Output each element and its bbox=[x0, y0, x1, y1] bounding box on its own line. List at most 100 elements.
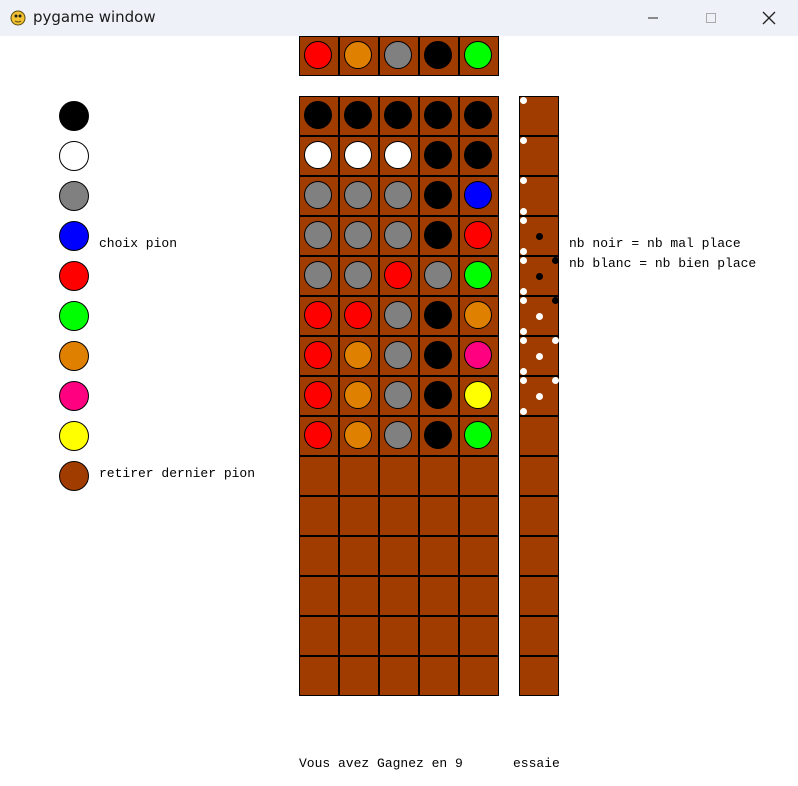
board-cell[interactable] bbox=[379, 456, 419, 496]
guess-peg-black bbox=[464, 141, 492, 169]
minimize-button[interactable] bbox=[624, 0, 682, 36]
board-cell[interactable] bbox=[379, 616, 419, 656]
feedback-cell bbox=[519, 616, 559, 656]
board-cell[interactable] bbox=[299, 536, 339, 576]
guess-peg-gray bbox=[304, 181, 332, 209]
guess-peg-yellow bbox=[464, 381, 492, 409]
palette-peg-red[interactable] bbox=[59, 261, 89, 291]
board-cell[interactable] bbox=[459, 456, 499, 496]
guess-peg-black bbox=[424, 381, 452, 409]
board-cell[interactable] bbox=[339, 576, 379, 616]
palette-peg-yellow[interactable] bbox=[59, 421, 89, 451]
board-cell[interactable] bbox=[459, 496, 499, 536]
board-cell[interactable] bbox=[459, 576, 499, 616]
secret-peg-red bbox=[304, 41, 332, 69]
palette-peg-gray[interactable] bbox=[59, 181, 89, 211]
board-cell[interactable] bbox=[339, 656, 379, 696]
minimize-icon bbox=[648, 17, 658, 19]
palette-peg-green[interactable] bbox=[59, 301, 89, 331]
guess-peg-gray bbox=[304, 221, 332, 249]
board-cell[interactable] bbox=[419, 536, 459, 576]
board-cell[interactable] bbox=[459, 536, 499, 576]
board-cell[interactable] bbox=[379, 576, 419, 616]
feedback-peg-white bbox=[552, 377, 559, 384]
maximize-button[interactable] bbox=[682, 0, 740, 36]
guess-peg-gray bbox=[384, 421, 412, 449]
board-cell[interactable] bbox=[339, 496, 379, 536]
secret-peg-orange bbox=[344, 41, 372, 69]
guess-peg-black bbox=[424, 341, 452, 369]
window-titlebar: pygame window bbox=[0, 0, 798, 36]
status-message: Vous avez Gagnez en 9 bbox=[299, 756, 463, 771]
board-cell[interactable] bbox=[299, 496, 339, 536]
guess-peg-orange bbox=[344, 421, 372, 449]
guess-peg-gray bbox=[384, 381, 412, 409]
close-icon bbox=[762, 11, 776, 25]
guess-peg-orange bbox=[344, 381, 372, 409]
guess-peg-black bbox=[344, 101, 372, 129]
feedback-peg-white bbox=[520, 208, 527, 215]
legend-black-pegs: nb noir = nb mal place bbox=[569, 236, 741, 251]
status-suffix: essaie bbox=[513, 756, 560, 771]
feedback-peg-white bbox=[520, 408, 527, 415]
palette-peg-pink[interactable] bbox=[59, 381, 89, 411]
feedback-peg-white bbox=[552, 337, 559, 344]
board-cell[interactable] bbox=[299, 656, 339, 696]
feedback-peg-white bbox=[520, 248, 527, 255]
board-cell[interactable] bbox=[459, 656, 499, 696]
game-canvas: choix pion retirer dernier pion nb noir … bbox=[0, 36, 798, 786]
palette-peg-blue[interactable] bbox=[59, 221, 89, 251]
guess-peg-black bbox=[424, 221, 452, 249]
palette-peg-brown[interactable] bbox=[59, 461, 89, 491]
palette-peg-black[interactable] bbox=[59, 101, 89, 131]
feedback-peg-white bbox=[520, 288, 527, 295]
board-cell[interactable] bbox=[339, 536, 379, 576]
guess-peg-red bbox=[384, 261, 412, 289]
board-cell[interactable] bbox=[339, 616, 379, 656]
guess-peg-white bbox=[384, 141, 412, 169]
palette-peg-white[interactable] bbox=[59, 141, 89, 171]
guess-peg-gray bbox=[384, 341, 412, 369]
guess-peg-black bbox=[304, 101, 332, 129]
board-cell[interactable] bbox=[419, 576, 459, 616]
guess-peg-orange bbox=[344, 341, 372, 369]
guess-peg-red bbox=[304, 421, 332, 449]
board-cell[interactable] bbox=[379, 656, 419, 696]
feedback-peg-black bbox=[536, 233, 543, 240]
feedback-peg-white bbox=[520, 137, 527, 144]
board-cell[interactable] bbox=[419, 616, 459, 656]
board-cell[interactable] bbox=[419, 456, 459, 496]
feedback-peg-black bbox=[536, 273, 543, 280]
guess-peg-orange bbox=[464, 301, 492, 329]
guess-peg-red bbox=[344, 301, 372, 329]
board-cell[interactable] bbox=[299, 576, 339, 616]
feedback-cell bbox=[519, 416, 559, 456]
board-cell[interactable] bbox=[339, 456, 379, 496]
feedback-peg-white bbox=[520, 257, 527, 264]
feedback-cell bbox=[519, 536, 559, 576]
feedback-peg-black bbox=[552, 257, 559, 264]
guess-peg-red bbox=[464, 221, 492, 249]
maximize-icon bbox=[706, 13, 716, 23]
board-cell[interactable] bbox=[379, 496, 419, 536]
board-cell[interactable] bbox=[419, 656, 459, 696]
feedback-peg-white bbox=[520, 337, 527, 344]
guess-peg-gray bbox=[344, 221, 372, 249]
close-button[interactable] bbox=[740, 0, 798, 36]
feedback-peg-white bbox=[520, 177, 527, 184]
guess-peg-red bbox=[304, 341, 332, 369]
board-cell[interactable] bbox=[419, 496, 459, 536]
guess-peg-black bbox=[464, 101, 492, 129]
feedback-peg-white bbox=[520, 377, 527, 384]
board-cell[interactable] bbox=[459, 616, 499, 656]
secret-peg-gray bbox=[384, 41, 412, 69]
guess-peg-gray bbox=[304, 261, 332, 289]
guess-peg-pink bbox=[464, 341, 492, 369]
board-cell[interactable] bbox=[299, 616, 339, 656]
palette-peg-orange[interactable] bbox=[59, 341, 89, 371]
board-cell[interactable] bbox=[299, 456, 339, 496]
board-cell[interactable] bbox=[379, 536, 419, 576]
guess-peg-black bbox=[424, 141, 452, 169]
guess-peg-red bbox=[304, 381, 332, 409]
guess-peg-black bbox=[384, 101, 412, 129]
